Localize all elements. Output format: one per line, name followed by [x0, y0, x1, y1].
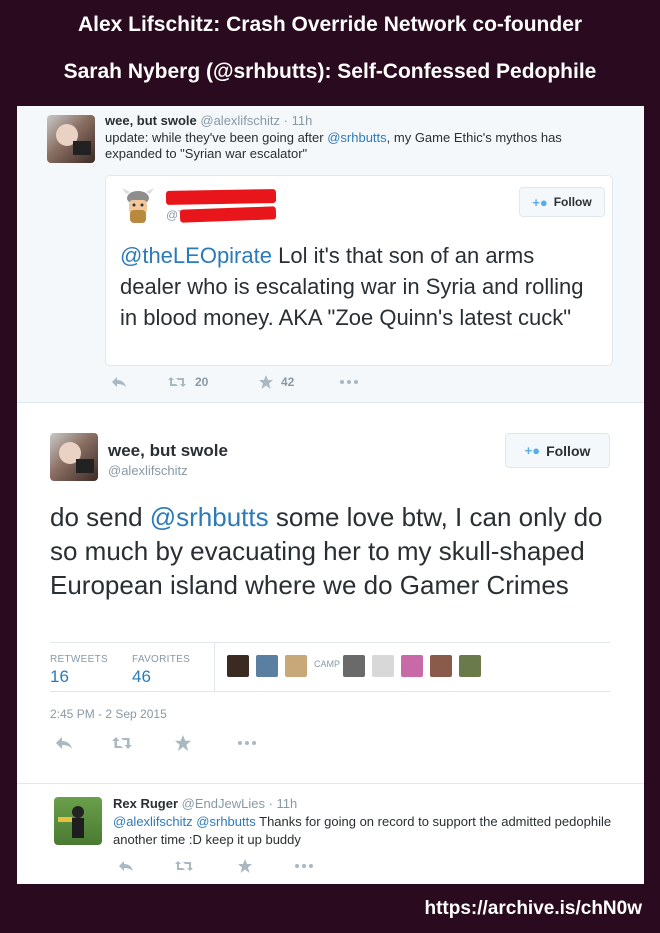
- tweet-text: update: while they've been going after @…: [105, 130, 615, 162]
- follow-button[interactable]: +● Follow: [519, 187, 605, 217]
- tweet-card: wee, but swole @alexlifschitz · 11h upda…: [17, 106, 644, 884]
- header-subtitle: Sarah Nyberg (@srhbutts): Self-Confessed…: [63, 60, 597, 83]
- author-name[interactable]: wee, but swole: [108, 441, 228, 461]
- more-icon: [238, 741, 256, 745]
- mention-link[interactable]: @srhbutts: [327, 130, 386, 145]
- redaction-bar: [165, 189, 277, 205]
- favoriter-avatar[interactable]: [343, 655, 365, 677]
- author-handle[interactable]: @alexlifschitz: [200, 113, 280, 128]
- avatar[interactable]: [50, 433, 98, 481]
- retweet-icon: [168, 377, 186, 387]
- mention-link[interactable]: @theLEOpirate: [120, 243, 272, 268]
- tweet-time[interactable]: · 11h: [284, 113, 313, 128]
- avatar-image: [56, 124, 91, 155]
- retweet-count: 20: [195, 375, 209, 389]
- avatar-image: [59, 442, 94, 473]
- follow-button[interactable]: +● Follow: [505, 433, 610, 468]
- favorites-count[interactable]: 46: [132, 667, 151, 687]
- avatar[interactable]: [47, 115, 95, 163]
- favorite-action[interactable]: [238, 859, 294, 873]
- retweet-icon: [175, 861, 193, 871]
- retweet-action[interactable]: 20: [167, 375, 259, 389]
- reply-tweet: Rex Ruger @EndJewLies · 11h @alexlifschi…: [17, 783, 644, 884]
- retweet-action[interactable]: [111, 736, 175, 750]
- favorite-icon: [238, 859, 252, 873]
- more-action[interactable]: [339, 379, 359, 385]
- retweet-action[interactable]: [174, 860, 238, 872]
- source-link[interactable]: https://archive.is/chN0w: [424, 898, 642, 920]
- reply-action[interactable]: [111, 376, 167, 388]
- favoriter-avatar[interactable]: [285, 655, 307, 677]
- avatar[interactable]: [54, 797, 102, 845]
- more-icon: [340, 380, 358, 384]
- author-name[interactable]: wee, but swole: [105, 113, 197, 128]
- favorite-action[interactable]: 42: [259, 375, 339, 389]
- favoriter-avatar[interactable]: [459, 655, 481, 677]
- tweet-text: @alexlifschitz @srhbutts Thanks for goin…: [113, 813, 613, 849]
- favoriter-avatar[interactable]: [227, 655, 249, 677]
- retweets-count[interactable]: 16: [50, 667, 69, 687]
- mention-link[interactable]: @alexlifschitz: [113, 814, 193, 829]
- favorite-action[interactable]: [175, 735, 237, 751]
- reply-icon: [119, 861, 133, 871]
- reply-action[interactable]: [118, 860, 174, 872]
- author-name[interactable]: Rex Ruger: [113, 796, 178, 811]
- favoriter-avatar[interactable]: [430, 655, 452, 677]
- follow-label: Follow: [553, 195, 592, 209]
- tweet-timestamp[interactable]: 2:45 PM - 2 Sep 2015: [50, 707, 167, 721]
- author-handle[interactable]: @EndJewLies: [182, 796, 265, 811]
- header-title: Alex Lifschitz: Crash Override Network c…: [77, 13, 583, 36]
- follow-label: Follow: [546, 442, 591, 459]
- viking-avatar-icon: [122, 188, 154, 223]
- tweet-text-part: update: while they've been going after: [105, 130, 328, 145]
- reply-action[interactable]: [55, 736, 111, 750]
- tweet-text-part: do send: [50, 502, 150, 532]
- more-action[interactable]: [294, 863, 314, 869]
- avatar-image: [58, 806, 84, 838]
- quoted-avatar[interactable]: [120, 186, 156, 226]
- favoriter-avatar[interactable]: [372, 655, 394, 677]
- follow-person-icon: +●: [524, 443, 541, 458]
- mention-link[interactable]: @srhbutts: [196, 814, 255, 829]
- retweet-icon: [112, 737, 132, 749]
- favoriter-avatar[interactable]: [401, 655, 423, 677]
- reply-icon: [112, 377, 126, 387]
- favorite-count: 42: [281, 375, 295, 389]
- follow-person-icon: +●: [532, 194, 548, 210]
- tweet-time[interactable]: · 11h: [269, 796, 298, 811]
- favoriter-caption: CAMP: [314, 659, 341, 669]
- author-handle[interactable]: @alexlifschitz: [108, 463, 188, 478]
- more-icon: [295, 864, 313, 868]
- stats-divider: [214, 643, 215, 691]
- mention-link[interactable]: @srhbutts: [150, 502, 269, 532]
- quoted-text: @theLEOpirate Lol it's that son of an ar…: [120, 240, 600, 333]
- favorite-icon: [175, 735, 191, 751]
- more-action[interactable]: [237, 740, 257, 746]
- favorite-icon: [259, 375, 273, 389]
- favoriter-avatar[interactable]: [256, 655, 278, 677]
- tweet-text: do send @srhbutts some love btw, I can o…: [50, 500, 615, 602]
- quoted-tweet[interactable]: @T +● Follow @theLEOpirate Lol it's that …: [105, 175, 613, 366]
- redaction-bar: [179, 206, 277, 223]
- tweet-1: wee, but swole @alexlifschitz · 11h upda…: [17, 106, 644, 403]
- retweets-label: RETWEETS: [50, 654, 108, 665]
- reply-icon: [56, 737, 72, 749]
- favorites-label: FAVORITES: [132, 654, 191, 665]
